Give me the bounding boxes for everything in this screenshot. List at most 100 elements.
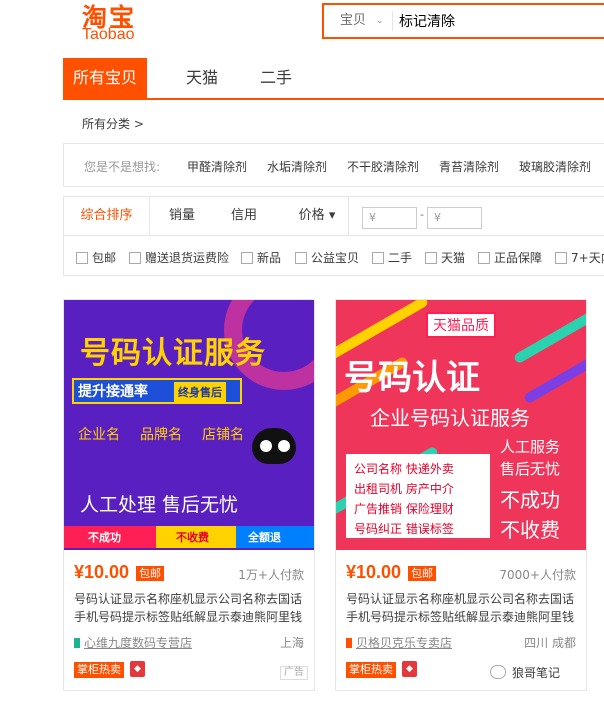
checkbox[interactable] [478,252,490,264]
watermark-text: 狼哥笔记 [512,666,561,680]
service-line: 广告推销 保险理财 [354,502,454,516]
filter-secondhand[interactable]: 二手 [372,249,412,265]
taobao-logo[interactable]: 淘宝 Taobao [82,0,154,46]
filter-label: 赠送退货运费险 [145,251,230,265]
product-price: ¥10.00 [346,562,402,582]
image-keyword: 品牌名 [140,427,182,443]
cat-eye [260,440,272,452]
suggestion-item[interactable]: 水垢清除剂 [267,158,327,175]
image-keyword: 店铺名 [202,427,244,443]
search-divider [392,11,393,31]
shop-name: 贝格贝克乐专卖店 [356,636,453,650]
watermark: 狼哥笔记 [490,664,560,681]
filter-label: 包邮 [92,251,117,265]
strip-label: 不收费 [176,531,209,544]
free-shipping-tag: 包邮 [408,566,436,581]
sort-price-label: 价格 [298,208,325,223]
tmall-icon: ◆ [402,661,417,677]
filter-label: 公益宝贝 [311,251,360,265]
tab-secondhand[interactable]: 二手 [243,58,309,98]
sold-count: 1万+人付款 [238,568,304,582]
product-title[interactable]: 号码认证显示名称座机显示公司名称去国话手机号码提示标签贴纸解显示泰迪熊阿里钱 [74,590,306,626]
image-banner-tag: 终身售后 [174,382,226,402]
decorative-stripe [512,300,586,365]
suggestion-item[interactable]: 青苔清除剂 [439,158,499,175]
filter-genuine[interactable]: 正品保障 [478,249,542,265]
shop-location: 上海 [279,636,304,650]
filter-free-shipping[interactable]: 包邮 [76,249,116,265]
checkbox[interactable] [425,252,437,264]
image-side-text: 人工服务 [500,438,561,456]
checkbox[interactable] [241,252,253,264]
suggestion-item[interactable]: 甲醛清除剂 [187,158,247,175]
product-image[interactable]: 号码认证服务 提升接通率 终身售后 企业名 品牌名 店铺名 人工处理 售后无忧 … [64,300,314,550]
wechat-icon [490,665,506,679]
product-image[interactable]: 天猫品质 号码认证 企业号码认证服务 公司名称 快递外卖 出租司机 房产中介 广… [336,300,586,550]
filter-label: 7+天内 [571,251,604,265]
result-tabs: 所有宝贝 天猫 二手 [63,58,604,100]
checkbox[interactable] [555,252,567,264]
image-side-text: 售后无忧 [500,460,561,478]
sort-credit[interactable]: 信用 [216,197,272,235]
breadcrumb-all-categories[interactable]: 所有分类 > [82,115,144,132]
product-title[interactable]: 号码认证显示名称座机显示公司名称去国话手机号码提示标签贴纸解显示泰迪熊阿里钱 [346,590,578,626]
sort-arrow-icon: ▾ [328,208,336,223]
filter-charity[interactable]: 公益宝贝 [295,249,359,265]
image-subline: 企业号码认证服务 [370,406,530,430]
hot-sale-badge: 掌柜热卖 [346,662,396,678]
strip-label: 全额退 [248,531,281,544]
sort-price[interactable]: 价格 ▾ [288,197,346,235]
tmall-icon: ◆ [130,661,145,677]
shop-name: 心维九度数码专营店 [84,636,193,650]
suggestion-item[interactable]: 不干胶清除剂 [347,158,419,175]
shop-link[interactable]: 贝格贝克乐专卖店 [346,634,452,651]
sort-comprehensive[interactable]: 综合排序 [64,197,150,235]
filter-label: 新品 [257,251,282,265]
price-min-input[interactable]: ¥ [362,207,417,229]
filter-label: 天猫 [441,251,466,265]
image-bottom-text: 人工处理 售后无忧 [80,494,239,516]
suggestion-item[interactable]: 玻璃胶清除剂 [519,158,591,175]
product-card[interactable]: 天猫品质 号码认证 企业号码认证服务 公司名称 快递外卖 出租司机 房产中介 广… [335,299,587,691]
image-keyword: 企业名 [78,427,120,443]
filter-label: 正品保障 [494,251,543,265]
search-input[interactable] [394,5,594,37]
sort-bar: 综合排序 销量 信用 价格 ▾ ¥ - ¥ [63,196,604,236]
chevron-down-icon: ⌄ [376,16,384,26]
sort-sales[interactable]: 销量 [154,197,210,235]
filter-return-insurance[interactable]: 赠送退货运费险 [129,249,229,265]
product-card[interactable]: 号码认证服务 提升接通率 终身售后 企业名 品牌名 店铺名 人工处理 售后无忧 … [63,299,315,691]
shop-icon [74,638,80,648]
image-headline: 号码认证 [344,358,480,398]
shop-link[interactable]: 心维九度数码专营店 [74,634,192,651]
filter-new[interactable]: 新品 [241,249,281,265]
tab-all-items[interactable]: 所有宝贝 [63,58,147,98]
filter-label: 二手 [388,251,413,265]
service-line: 出租司机 房产中介 [354,482,454,496]
service-line: 号码纠正 错误标签 [354,522,454,536]
service-line: 公司名称 快递外卖 [354,462,454,476]
checkbox[interactable] [129,252,141,264]
price-max-input[interactable]: ¥ [427,207,482,229]
image-headline: 号码认证服务 [80,336,266,371]
shop-location: 四川 成都 [524,636,576,650]
free-shipping-tag: 包邮 [136,566,164,581]
search-bar: 宝贝 ⌄ [322,3,604,39]
price-range-dash: - [420,208,424,221]
tab-tmall[interactable]: 天猫 [169,58,235,98]
suggestion-bar: 您是不是想找: 甲醛清除剂 水垢清除剂 不干胶清除剂 青苔清除剂 玻璃胶清除剂 [63,143,604,187]
suggestion-label: 您是不是想找: [84,160,161,174]
checkbox[interactable] [76,252,88,264]
filter-tmall[interactable]: 天猫 [425,249,465,265]
ad-label: 广告 [280,666,308,680]
checkbox[interactable] [372,252,384,264]
checkbox[interactable] [295,252,307,264]
logo-english: Taobao [82,26,135,43]
cat-eye [278,440,290,452]
search-category-select[interactable]: 宝贝 ⌄ [324,5,392,37]
shop-icon [346,638,352,648]
sort-divider [348,197,349,235]
product-price: ¥10.00 [74,562,130,582]
strip-label: 不成功 [88,531,121,544]
filter-seven-day[interactable]: 7+天内 [555,249,604,265]
